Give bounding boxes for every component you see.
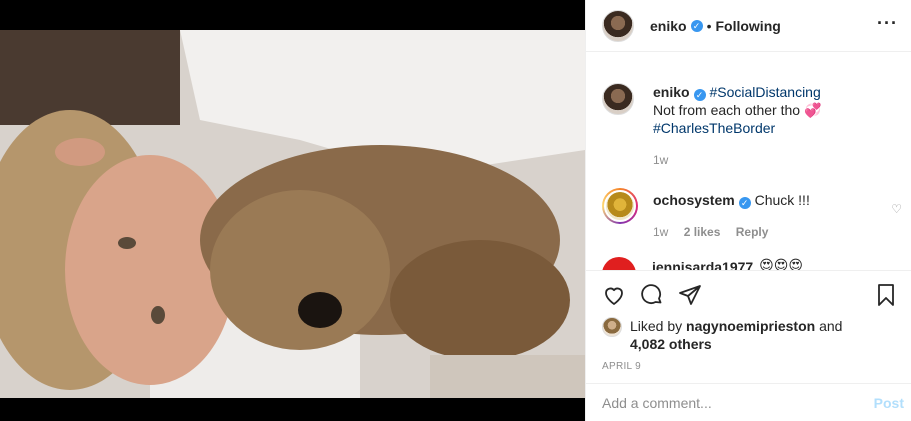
comment-username[interactable]: jennisarda1977 bbox=[652, 259, 753, 270]
comment-text: Chuck !!! bbox=[754, 192, 810, 208]
header-separator: • bbox=[706, 17, 712, 34]
post-actions: Liked by nagynoemiprieston and 4,082 oth… bbox=[586, 270, 911, 383]
post-date[interactable]: APRIL 9 bbox=[602, 361, 641, 372]
liker-avatar[interactable] bbox=[602, 317, 622, 337]
author-username[interactable]: eniko bbox=[650, 18, 687, 34]
caption-time[interactable]: 1w bbox=[653, 151, 893, 169]
reply-button[interactable]: Reply bbox=[736, 225, 769, 239]
add-comment-bar: Post bbox=[586, 383, 911, 421]
comment-input[interactable] bbox=[602, 394, 852, 411]
caption-username[interactable]: eniko bbox=[653, 84, 690, 100]
verified-badge-icon: ✓ bbox=[693, 89, 706, 101]
comment-avatar[interactable] bbox=[602, 257, 636, 270]
comment-body: ochosystem ✓ Chuck !!! 1w 2 likes Reply bbox=[653, 191, 883, 241]
caption-body: eniko ✓ #SocialDistancing Not from each o… bbox=[653, 83, 893, 169]
instagram-post: eniko ✓ • Following ··· eniko ✓ #SocialDi… bbox=[0, 0, 911, 421]
story-ring-avatar[interactable] bbox=[602, 188, 638, 224]
comment-meta: 1w 2 likes Reply bbox=[653, 223, 883, 241]
share-icon[interactable] bbox=[678, 283, 702, 307]
heart-icon[interactable] bbox=[602, 283, 626, 307]
likes-and: and bbox=[819, 318, 843, 334]
comment-text: 😍😍😍 bbox=[759, 257, 803, 270]
comment-icon[interactable] bbox=[640, 283, 664, 307]
likes-prefix: Liked by bbox=[630, 318, 683, 334]
caption-text: Not from each other tho 💞 bbox=[653, 102, 822, 118]
likes-text: Liked by nagynoemiprieston and 4,082 oth… bbox=[630, 317, 900, 353]
comment-like-heart-icon[interactable]: ♡ bbox=[891, 202, 902, 216]
post-sidebar: eniko ✓ • Following ··· eniko ✓ #SocialDi… bbox=[585, 0, 911, 421]
likes-others-link[interactable]: 4,082 others bbox=[630, 336, 712, 352]
comment-item: ochosystem ✓ Chuck !!! 1w 2 likes Reply ♡ bbox=[602, 188, 908, 241]
comment-time[interactable]: 1w bbox=[653, 225, 668, 239]
hashtag-link[interactable]: #SocialDistancing bbox=[709, 84, 820, 100]
post-photo[interactable] bbox=[0, 0, 585, 421]
more-options-icon[interactable]: ··· bbox=[877, 13, 898, 34]
comments-list[interactable]: eniko ✓ #SocialDistancing Not from each o… bbox=[586, 61, 911, 270]
likes-summary: Liked by nagynoemiprieston and 4,082 oth… bbox=[602, 317, 900, 353]
post-header: eniko ✓ • Following ··· bbox=[586, 0, 911, 52]
comment-item: jennisarda1977 😍😍😍 bbox=[602, 257, 803, 270]
action-icons bbox=[602, 283, 702, 307]
post-caption: eniko ✓ #SocialDistancing Not from each o… bbox=[602, 83, 893, 169]
photo-illustration bbox=[0, 0, 585, 421]
post-comment-button[interactable]: Post bbox=[874, 395, 904, 411]
liker-username[interactable]: nagynoemiprieston bbox=[686, 318, 815, 334]
verified-badge-icon: ✓ bbox=[690, 19, 703, 32]
bookmark-icon[interactable] bbox=[874, 283, 898, 307]
hashtag-link[interactable]: #CharlesTheBorder bbox=[653, 120, 775, 136]
comment-likes[interactable]: 2 likes bbox=[684, 225, 721, 239]
following-button[interactable]: Following bbox=[715, 18, 780, 34]
caption-avatar[interactable] bbox=[602, 83, 634, 115]
author-avatar[interactable] bbox=[602, 9, 634, 42]
verified-badge-icon: ✓ bbox=[738, 197, 751, 209]
comment-username[interactable]: ochosystem bbox=[653, 192, 735, 208]
